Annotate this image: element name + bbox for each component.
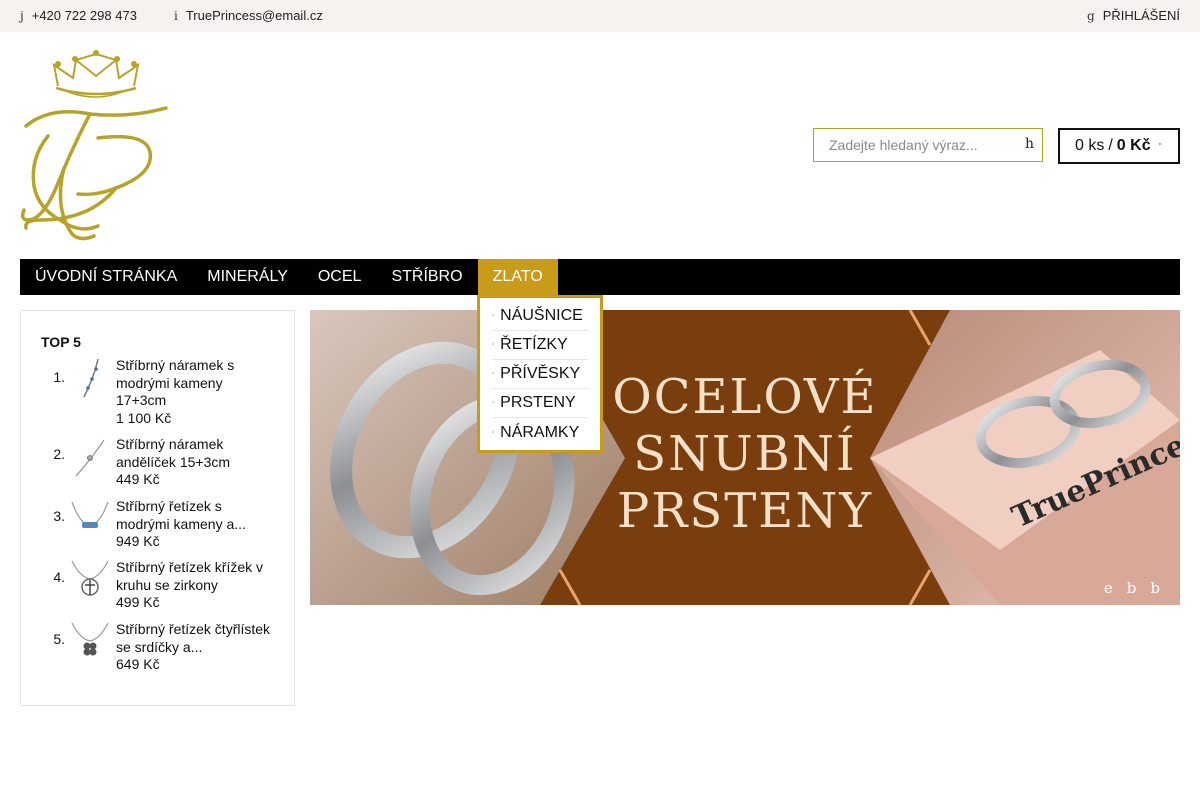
item-rank: 5. (53, 631, 65, 647)
bullet-icon: ▫ (492, 342, 495, 348)
slider-dot[interactable]: b (1150, 579, 1160, 597)
main-navigation: Úvodní stránka Minerály Ocel Stříbro Zla… (20, 259, 1180, 295)
item-name[interactable]: Stříbrný náramek andělíček 15+3cm (116, 436, 276, 471)
product-thumbnail[interactable] (65, 357, 115, 401)
dropdown-item-earrings[interactable]: ▫ NÁUŠNICE (492, 302, 588, 331)
necklace-icon (71, 501, 109, 528)
cart-icon: " (1158, 142, 1162, 150)
phone-icon: j (20, 8, 24, 23)
email-address[interactable]: TruePrincess@email.cz (186, 8, 323, 23)
login-label[interactable]: PŘIHLÁŠENÍ (1103, 8, 1180, 23)
slider-dot[interactable]: b (1127, 579, 1137, 597)
nav-item-home[interactable]: Úvodní stránka (20, 259, 192, 295)
slider-dot[interactable]: e (1104, 579, 1113, 597)
phone-contact[interactable]: j +420 722 298 473 (20, 8, 137, 23)
bullet-icon: ▫ (492, 371, 495, 377)
bullet-icon: ▫ (492, 313, 495, 319)
bullet-icon: ▫ (492, 400, 495, 406)
item-rank: 4. (53, 569, 65, 585)
top5-title: TOP 5 (41, 334, 81, 350)
dropdown-item-label: PŘÍVĚSKY (500, 365, 581, 382)
top5-item[interactable]: 2. Stříbrný náramek andělíček 15+3cm 449… (41, 436, 291, 489)
monogram-icon (20, 106, 168, 241)
phone-number[interactable]: +420 722 298 473 (32, 8, 137, 23)
search-input[interactable] (814, 129, 1014, 161)
bracelet-icon (75, 439, 105, 477)
item-info: Stříbrný řetízek s modrými kameny a... 9… (116, 498, 276, 551)
product-thumbnail[interactable] (65, 436, 115, 480)
top5-item[interactable]: 5. Stříbrný řetízek čtyřlístek se srdíčk… (41, 621, 291, 674)
item-info: Stříbrný řetízek čtyřlístek se srdíčky a… (116, 621, 276, 674)
dropdown-item-label: PRSTENY (500, 394, 576, 411)
site-logo[interactable] (20, 48, 170, 243)
bullet-icon: ▫ (492, 429, 495, 436)
dropdown-item-chains[interactable]: ▫ ŘETÍZKY (492, 331, 588, 360)
top5-item[interactable]: 4. Stříbrný řetízek křížek v kruhu se zi… (41, 559, 291, 612)
item-name[interactable]: Stříbrný náramek s modrými kameny 17+3cm (116, 357, 276, 410)
top-bar: j +420 722 298 473 i TruePrincess@email.… (0, 0, 1200, 32)
clover-pendant-icon (71, 622, 109, 656)
item-price: 1 100 Kč (116, 409, 172, 426)
item-rank: 3. (53, 508, 65, 524)
banner-image: TruePrincess OCELOVÉ SNUBNÍ PRSTENY (310, 310, 1180, 605)
cross-pendant-icon (71, 560, 109, 596)
slider-dots: e b b (1104, 579, 1160, 597)
product-thumbnail[interactable] (65, 559, 115, 603)
top5-item[interactable]: 1. Stříbrný náramek s modrými kameny 17+… (41, 357, 291, 427)
item-rank: 2. (53, 446, 65, 462)
dropdown-item-label: NÁUŠNICE (500, 307, 583, 324)
bracelet-icon (83, 358, 99, 398)
item-price: 949 Kč (116, 533, 160, 549)
product-thumbnail[interactable] (65, 621, 115, 665)
gold-dropdown-menu: ▫ NÁUŠNICE ▫ ŘETÍZKY ▫ PŘÍVĚSKY ▫ PRSTEN… (477, 295, 603, 453)
banner-title-line1: OCELOVÉ (612, 368, 877, 425)
item-price: 499 Kč (116, 594, 160, 610)
cart-separator: / (1108, 137, 1113, 154)
item-info: Stříbrný náramek s modrými kameny 17+3cm… (116, 357, 276, 427)
dropdown-item-label: NÁRAMKY (500, 423, 580, 441)
item-info: Stříbrný řetízek křížek v kruhu se zirko… (116, 559, 276, 612)
dropdown-item-pendants[interactable]: ▫ PŘÍVĚSKY (492, 360, 588, 389)
item-name[interactable]: Stříbrný řetízek s modrými kameny a... (116, 498, 276, 533)
item-price: 449 Kč (116, 471, 160, 487)
cart-button[interactable]: 0 ks / 0 Kč " (1058, 128, 1180, 164)
banner-title-line2: SNUBNÍ (633, 425, 857, 482)
nav-item-minerals[interactable]: Minerály (192, 259, 303, 295)
item-name[interactable]: Stříbrný řetízek křížek v kruhu se zirko… (116, 559, 276, 594)
item-name[interactable]: Stříbrný řetízek čtyřlístek se srdíčky a… (116, 621, 276, 656)
login-link[interactable]: g PŘIHLÁŠENÍ (1087, 8, 1180, 23)
nav-item-silver[interactable]: Stříbro (376, 259, 477, 295)
dropdown-item-bracelets[interactable]: ▫ NÁRAMKY (492, 418, 588, 447)
item-rank: 1. (53, 369, 65, 385)
search-icon[interactable]: h (1025, 136, 1034, 152)
product-thumbnail[interactable] (65, 498, 115, 542)
user-icon: g (1087, 8, 1095, 23)
cart-count: 0 ks (1075, 137, 1105, 154)
cart-price: 0 Kč (1116, 137, 1151, 154)
crown-icon (52, 50, 140, 98)
email-contact[interactable]: i TruePrincess@email.cz (174, 8, 323, 23)
nav-item-steel[interactable]: Ocel (303, 259, 377, 295)
dropdown-item-label: ŘETÍZKY (500, 336, 568, 353)
item-info: Stříbrný náramek andělíček 15+3cm 449 Kč (116, 436, 276, 489)
banner-title-line3: PRSTENY (617, 483, 873, 539)
dropdown-item-rings[interactable]: ▫ PRSTENY (492, 389, 588, 418)
hero-banner[interactable]: TruePrincess OCELOVÉ SNUBNÍ PRSTENY e b … (310, 310, 1180, 605)
email-icon: i (174, 8, 178, 23)
search-box: h (813, 128, 1043, 162)
item-price: 649 Kč (116, 656, 160, 672)
top5-panel: TOP 5 1. Stříbrný náramek s modrými kame… (20, 310, 295, 706)
top5-item[interactable]: 3. Stříbrný řetízek s modrými kameny a..… (41, 498, 291, 551)
nav-item-gold[interactable]: Zlato (477, 259, 558, 295)
